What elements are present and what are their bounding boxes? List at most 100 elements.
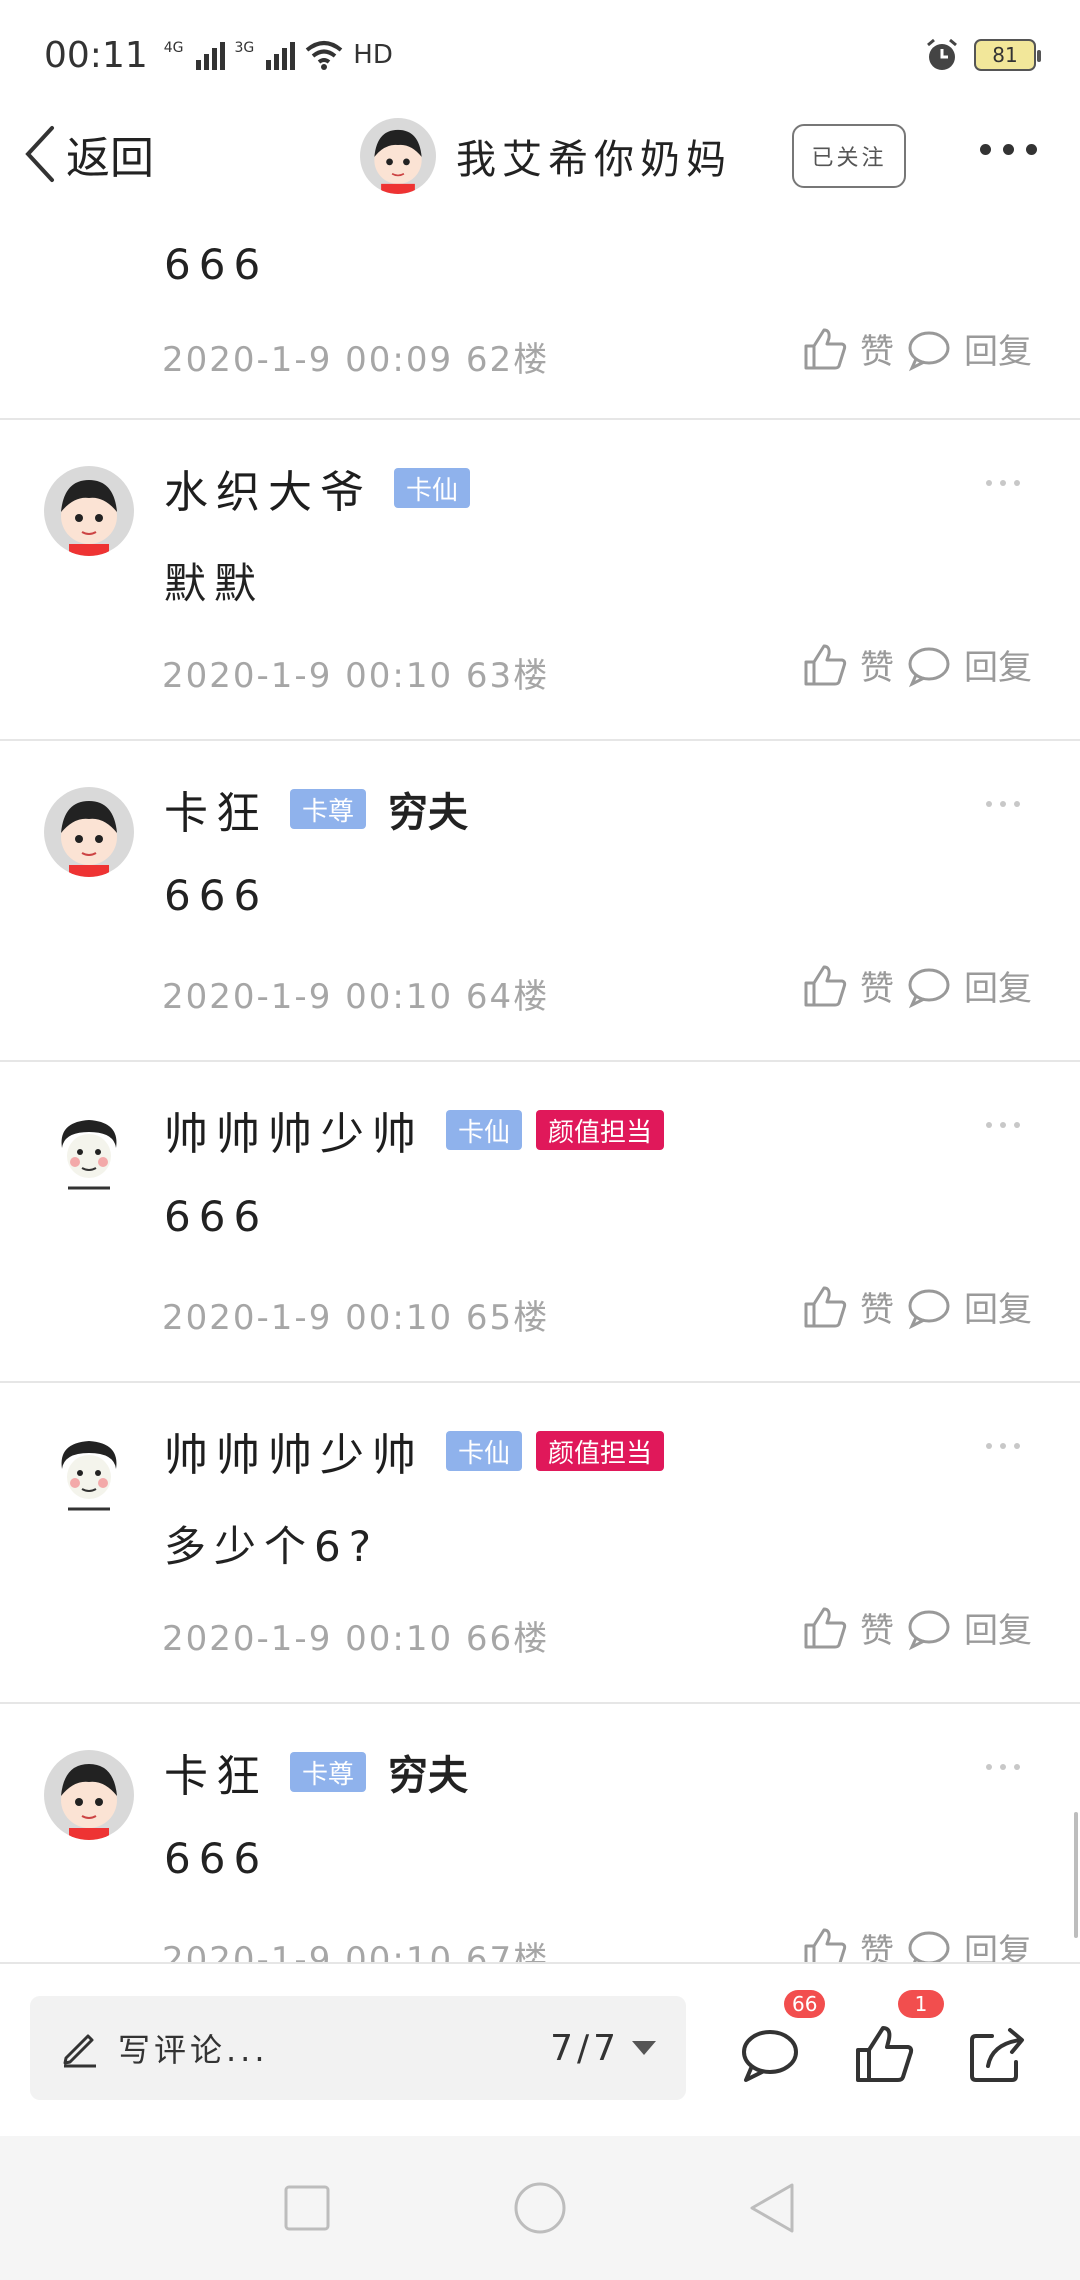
nav-back-icon[interactable] bbox=[746, 2181, 800, 2235]
share-icon bbox=[970, 2028, 1024, 2082]
reply-button[interactable]: 回复 bbox=[906, 640, 1032, 689]
like-button[interactable]: 赞 bbox=[802, 961, 894, 1010]
nav-circle-icon[interactable] bbox=[513, 2181, 567, 2235]
comment-item: 666 2020-1-9 00:09 62楼 赞 回复 bbox=[0, 210, 1080, 420]
header-user[interactable]: 我艾希你奶妈 bbox=[360, 118, 732, 194]
header-avatar[interactable] bbox=[360, 118, 436, 194]
comment-meta: 2020-1-9 00:10 65楼 bbox=[162, 1298, 550, 1338]
comment-input[interactable]: 写评论... 7/7 bbox=[30, 1996, 686, 2100]
comment-feed[interactable]: 666 2020-1-9 00:09 62楼 赞 回复 水织大爷 卡仙 默默 2… bbox=[0, 210, 1080, 1962]
like-button[interactable]: 赞 bbox=[802, 640, 894, 689]
scrollbar[interactable] bbox=[1074, 1812, 1078, 1938]
comments-button[interactable]: 66 bbox=[738, 1990, 826, 2086]
comment-item: 卡狂 卡尊 穷夫 666 2020-1-9 00:10 64楼 赞 回复 bbox=[0, 741, 1080, 1062]
avatar[interactable] bbox=[44, 1750, 134, 1840]
username[interactable]: 卡狂 bbox=[164, 777, 268, 841]
page-selector[interactable]: 7/7 bbox=[550, 2028, 656, 2069]
username[interactable]: 帅帅帅少帅 bbox=[164, 1098, 424, 1162]
like-icon bbox=[856, 2026, 914, 2082]
like-button[interactable]: 赞 bbox=[802, 1924, 894, 1962]
back-label: 返回 bbox=[66, 133, 154, 184]
comment-header: 帅帅帅少帅 卡仙 颜值担当 bbox=[164, 1098, 665, 1162]
level-badge: 卡仙 bbox=[394, 468, 471, 508]
header-title: 我艾希你奶妈 bbox=[456, 137, 732, 183]
avatar[interactable] bbox=[44, 787, 134, 877]
comment-icon bbox=[742, 2030, 798, 2082]
comment-actions: 赞 回复 bbox=[802, 1924, 1032, 1962]
username[interactable]: 水织大爷 bbox=[164, 456, 372, 520]
system-nav-bar bbox=[0, 2136, 1080, 2280]
like-label: 赞 bbox=[860, 332, 894, 372]
comment-more-icon[interactable] bbox=[986, 1122, 1020, 1128]
reply-label: 回复 bbox=[964, 648, 1032, 688]
reply-label: 回复 bbox=[964, 1290, 1032, 1330]
like-label: 赞 bbox=[860, 1611, 894, 1651]
like-icon bbox=[804, 1928, 847, 1962]
reply-button[interactable]: 回复 bbox=[906, 1282, 1032, 1331]
comment-placeholder: 写评论... bbox=[118, 2031, 269, 2069]
status-icons: 4G 3G HD bbox=[164, 40, 393, 70]
reply-button[interactable]: 回复 bbox=[906, 961, 1032, 1010]
hd-indicator: HD bbox=[353, 40, 393, 70]
username[interactable]: 帅帅帅少帅 bbox=[164, 1419, 424, 1483]
like-button[interactable]: 赞 bbox=[802, 1282, 894, 1331]
comment-more-icon[interactable] bbox=[986, 801, 1020, 807]
comment-more-icon[interactable] bbox=[986, 480, 1020, 486]
comment-meta: 2020-1-9 00:10 67楼 bbox=[162, 1940, 550, 1962]
like-count-badge: 1 bbox=[898, 1990, 944, 2018]
share-button[interactable] bbox=[966, 2022, 1030, 2086]
avatar[interactable] bbox=[44, 466, 134, 556]
like-post-button[interactable]: 1 bbox=[852, 1990, 944, 2086]
reply-button[interactable]: 回复 bbox=[906, 1924, 1032, 1962]
comment-actions: 赞 回复 bbox=[802, 1282, 1032, 1331]
reply-icon bbox=[908, 647, 950, 687]
comment-item: 卡狂 卡尊 穷夫 666 2020-1-9 00:10 67楼 赞 回复 bbox=[0, 1704, 1080, 1962]
reply-button[interactable]: 回复 bbox=[906, 324, 1032, 373]
status-right: 81 bbox=[924, 37, 1041, 73]
back-button[interactable]: 返回 bbox=[22, 122, 154, 186]
nav-square-icon[interactable] bbox=[280, 2181, 334, 2235]
comment-text: 666 bbox=[164, 1192, 269, 1241]
reply-button[interactable]: 回复 bbox=[906, 1603, 1032, 1652]
status-bar: 00:11 4G 3G HD 81 bbox=[0, 0, 1080, 110]
status-time: 00:11 bbox=[44, 34, 148, 76]
level-badge: 卡仙 bbox=[446, 1110, 523, 1150]
comment-text: 666 bbox=[164, 1834, 269, 1883]
reply-icon bbox=[908, 968, 950, 1008]
like-label: 赞 bbox=[860, 648, 894, 688]
pencil-icon bbox=[63, 2034, 96, 2068]
top-header: 返回 我艾希你奶妈 已关注 bbox=[0, 110, 1080, 210]
comment-text: 666 bbox=[164, 871, 269, 920]
comment-header: 水织大爷 卡仙 bbox=[164, 456, 471, 520]
comment-actions: 赞 回复 bbox=[802, 961, 1032, 1010]
like-label: 赞 bbox=[860, 1290, 894, 1330]
comment-text: 666 bbox=[164, 240, 269, 289]
like-button[interactable]: 赞 bbox=[802, 324, 894, 373]
reply-icon bbox=[908, 331, 950, 371]
comment-more-icon[interactable] bbox=[986, 1764, 1020, 1770]
like-label: 赞 bbox=[860, 1932, 894, 1962]
comment-item: 帅帅帅少帅 卡仙 颜值担当 多少个6? 2020-1-9 00:10 66楼 赞… bbox=[0, 1383, 1080, 1704]
avatar[interactable] bbox=[44, 1429, 134, 1519]
network-type-2: 3G bbox=[234, 40, 255, 56]
like-button[interactable]: 赞 bbox=[802, 1603, 894, 1652]
reply-icon bbox=[908, 1931, 950, 1962]
username[interactable]: 卡狂 bbox=[164, 1740, 268, 1804]
battery-indicator: 81 bbox=[974, 39, 1041, 71]
comment-text: 多少个6? bbox=[164, 1522, 380, 1571]
comment-header: 卡狂 卡尊 穷夫 bbox=[164, 777, 468, 841]
caret-down-icon bbox=[632, 2041, 656, 2055]
avatar[interactable] bbox=[44, 1108, 134, 1198]
follow-button[interactable]: 已关注 bbox=[792, 124, 906, 188]
network-type-1: 4G bbox=[163, 40, 184, 56]
more-icon[interactable] bbox=[980, 144, 1037, 155]
honor-badge: 颜值担当 bbox=[536, 1431, 665, 1471]
comment-header: 帅帅帅少帅 卡仙 颜值担当 bbox=[164, 1419, 665, 1483]
honor-badge: 颜值担当 bbox=[536, 1110, 665, 1150]
like-icon bbox=[804, 1607, 847, 1648]
alarm-icon bbox=[927, 38, 957, 70]
comment-actions: 赞 回复 bbox=[802, 324, 1032, 373]
bottom-bar: 写评论... 7/7 66 1 bbox=[0, 1962, 1080, 2136]
comment-more-icon[interactable] bbox=[986, 1443, 1020, 1449]
comment-actions: 赞 回复 bbox=[802, 1603, 1032, 1652]
